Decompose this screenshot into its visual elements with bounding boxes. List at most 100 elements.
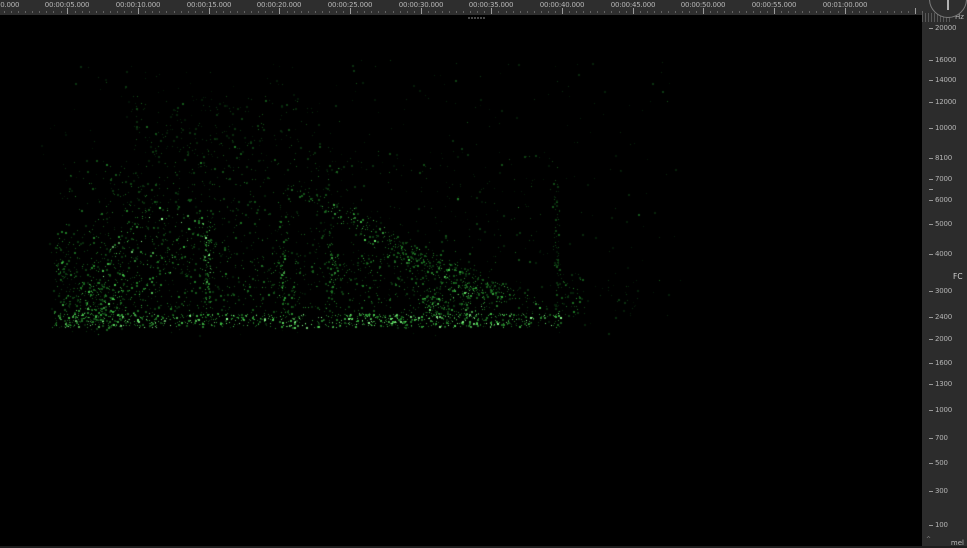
timeline-minor-tick (597, 11, 598, 13)
frequency-tick (929, 200, 933, 201)
timeline-major-tick (703, 8, 704, 14)
timeline-minor-tick (555, 11, 556, 13)
frequency-tick (929, 102, 933, 103)
timeline-minor-tick (576, 11, 577, 13)
timeline-minor-tick (513, 11, 514, 13)
timeline-minor-tick (739, 11, 740, 13)
fc-overlay-label: FC (953, 272, 963, 281)
timeline-minor-tick (265, 11, 266, 13)
timeline-minor-tick (82, 11, 83, 13)
frequency-tick-label: 700 (935, 434, 948, 442)
timeline-minor-tick (753, 11, 754, 13)
timeline-ruler[interactable]: 00:00:00.00000:00:05.00000:00:10.00000:0… (0, 0, 967, 15)
frequency-tick-label: 300 (935, 487, 948, 495)
frequency-tick-label: 16000 (935, 56, 956, 64)
timeline-major-tick (138, 8, 139, 14)
timeline-minor-tick (371, 11, 372, 13)
timeline-minor-tick (11, 11, 12, 13)
timeline-minor-tick (364, 11, 365, 13)
frequency-tick (929, 254, 933, 255)
timeline-minor-tick (724, 11, 725, 13)
timeline-minor-tick (767, 11, 768, 13)
timeline-minor-tick (866, 11, 867, 13)
frequency-tick-label: 1600 (935, 359, 952, 367)
timeline-minor-tick (343, 11, 344, 13)
frequency-tick (929, 317, 933, 318)
frequency-tick (929, 525, 933, 526)
timeline-minor-tick (527, 11, 528, 13)
frequency-tick (929, 158, 933, 159)
timeline-minor-tick (308, 11, 309, 13)
frequency-tick (929, 189, 933, 190)
timeline-minor-tick (131, 11, 132, 13)
timeline-minor-tick (244, 11, 245, 13)
frequency-tick-label: 12000 (935, 98, 956, 106)
frequency-axis[interactable]: Hz FC mel ^ 2000016000140001200010000810… (922, 15, 967, 548)
timeline-minor-tick (675, 11, 676, 13)
timeline-minor-tick (590, 11, 591, 13)
timeline-minor-tick (894, 11, 895, 13)
frequency-tick-label: 8100 (935, 154, 952, 162)
timeline-minor-tick (619, 11, 620, 13)
frequency-tick (929, 80, 933, 81)
timeline-minor-tick (237, 11, 238, 13)
timeline-major-tick (633, 8, 634, 14)
timeline-minor-tick (329, 11, 330, 13)
timeline-minor-tick (336, 11, 337, 13)
timeline-minor-tick (548, 11, 549, 13)
timeline-label: 00:00:00.000 (0, 1, 19, 9)
timeline-minor-tick (887, 11, 888, 13)
timeline-major-tick (279, 8, 280, 14)
timeline-minor-tick (230, 11, 231, 13)
timeline-minor-tick (96, 11, 97, 13)
timeline-minor-tick (287, 11, 288, 13)
timeline-minor-tick (484, 11, 485, 13)
timeline-minor-tick (520, 11, 521, 13)
frequency-tick-label: 5000 (935, 220, 952, 228)
timeline-minor-tick (152, 11, 153, 13)
timeline-minor-tick (322, 11, 323, 13)
timeline-minor-tick (294, 11, 295, 13)
timeline-minor-tick (301, 11, 302, 13)
timeline-minor-tick (838, 11, 839, 13)
timeline-minor-tick (202, 11, 203, 13)
timeline-minor-tick (823, 11, 824, 13)
timeline-minor-tick (258, 11, 259, 13)
timeline-minor-tick (103, 11, 104, 13)
timeline-minor-tick (75, 11, 76, 13)
timeline-minor-tick (272, 11, 273, 13)
timeline-minor-tick (195, 11, 196, 13)
timeline-minor-tick (654, 11, 655, 13)
frequency-tick-label: 3000 (935, 287, 952, 295)
timeline-minor-tick (39, 11, 40, 13)
timeline-minor-tick (25, 11, 26, 13)
timeline-minor-tick (223, 11, 224, 13)
spectrogram-app-window: 00:00:00.00000:00:05.00000:00:10.00000:0… (0, 0, 967, 548)
timeline-minor-tick (53, 11, 54, 13)
timeline-minor-tick (393, 11, 394, 13)
timeline-minor-tick (816, 11, 817, 13)
timeline-minor-tick (46, 11, 47, 13)
timeline-minor-tick (442, 11, 443, 13)
timeline-minor-tick (760, 11, 761, 13)
timeline-minor-tick (696, 11, 697, 13)
frequency-tick (929, 491, 933, 492)
timeline-minor-tick (407, 11, 408, 13)
timeline-minor-tick (873, 11, 874, 13)
timeline-minor-tick (110, 11, 111, 13)
timeline-minor-tick (181, 11, 182, 13)
timeline-minor-tick (463, 11, 464, 13)
timeline-minor-tick (626, 11, 627, 13)
frequency-tick (929, 28, 933, 29)
timeline-minor-tick (32, 11, 33, 13)
timeline-major-tick (67, 8, 68, 14)
frequency-tick (929, 224, 933, 225)
timeline-minor-tick (400, 11, 401, 13)
timeline-minor-tick (802, 11, 803, 13)
timeline-minor-tick (795, 11, 796, 13)
timeline-minor-tick (470, 11, 471, 13)
frequency-tick-label: 1000 (935, 406, 952, 414)
timeline-minor-tick (569, 11, 570, 13)
frequency-tick-label: 7000 (935, 175, 952, 183)
spectrogram-canvas[interactable] (0, 15, 922, 548)
